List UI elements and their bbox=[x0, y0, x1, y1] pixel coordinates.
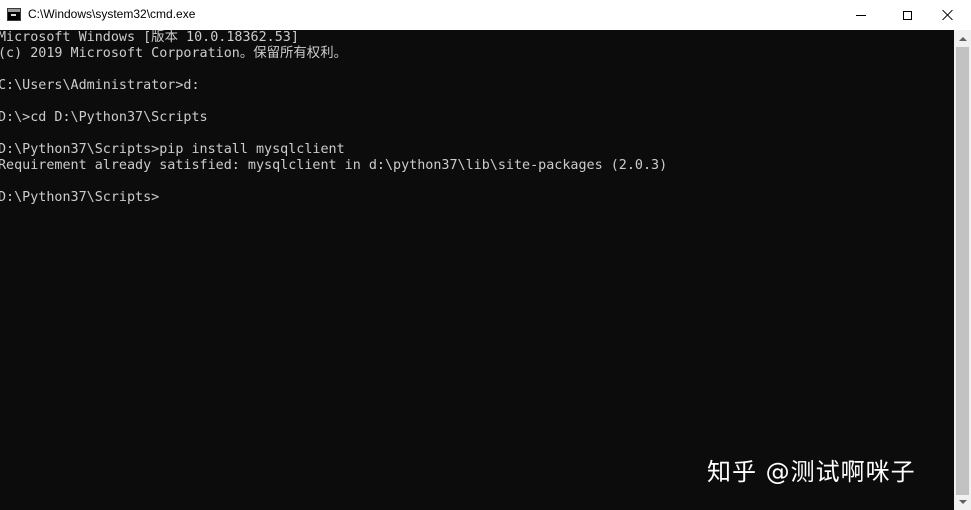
close-button[interactable] bbox=[925, 0, 971, 30]
scroll-thumb[interactable] bbox=[956, 47, 969, 495]
window-title: C:\Windows\system32\cmd.exe bbox=[28, 7, 196, 21]
cmd-icon[interactable] bbox=[7, 8, 21, 21]
minimize-button[interactable] bbox=[838, 0, 884, 30]
console-line: (c) 2019 Microsoft Corporation。保留所有权利。 bbox=[0, 46, 347, 61]
maximize-button[interactable] bbox=[884, 0, 930, 30]
console-output[interactable]: Microsoft Windows [版本 10.0.18362.53] (c)… bbox=[0, 30, 954, 510]
maximize-icon bbox=[902, 10, 912, 20]
console-prompt: D:\Python37\Scripts> bbox=[0, 190, 160, 205]
scroll-up-arrow-icon[interactable] bbox=[954, 30, 971, 47]
scroll-down-arrow-icon[interactable] bbox=[954, 493, 971, 510]
console-line: Requirement already satisfied: mysqlclie… bbox=[0, 158, 668, 173]
vertical-scrollbar[interactable] bbox=[954, 30, 971, 510]
title-bar[interactable]: C:\Windows\system32\cmd.exe bbox=[0, 0, 971, 30]
minimize-icon bbox=[856, 14, 866, 16]
console-line: Microsoft Windows [版本 10.0.18362.53] bbox=[0, 30, 299, 45]
console-line: C:\Users\Administrator>d: bbox=[0, 78, 200, 93]
console-line: D:\>cd D:\Python37\Scripts bbox=[0, 110, 208, 125]
watermark: 知乎 @测试啊咪子 bbox=[707, 458, 916, 486]
console-line: D:\Python37\Scripts>pip install mysqlcli… bbox=[0, 142, 345, 157]
close-icon bbox=[942, 9, 954, 21]
cmd-window: C:\Windows\system32\cmd.exe Microsoft Wi… bbox=[0, 0, 971, 510]
